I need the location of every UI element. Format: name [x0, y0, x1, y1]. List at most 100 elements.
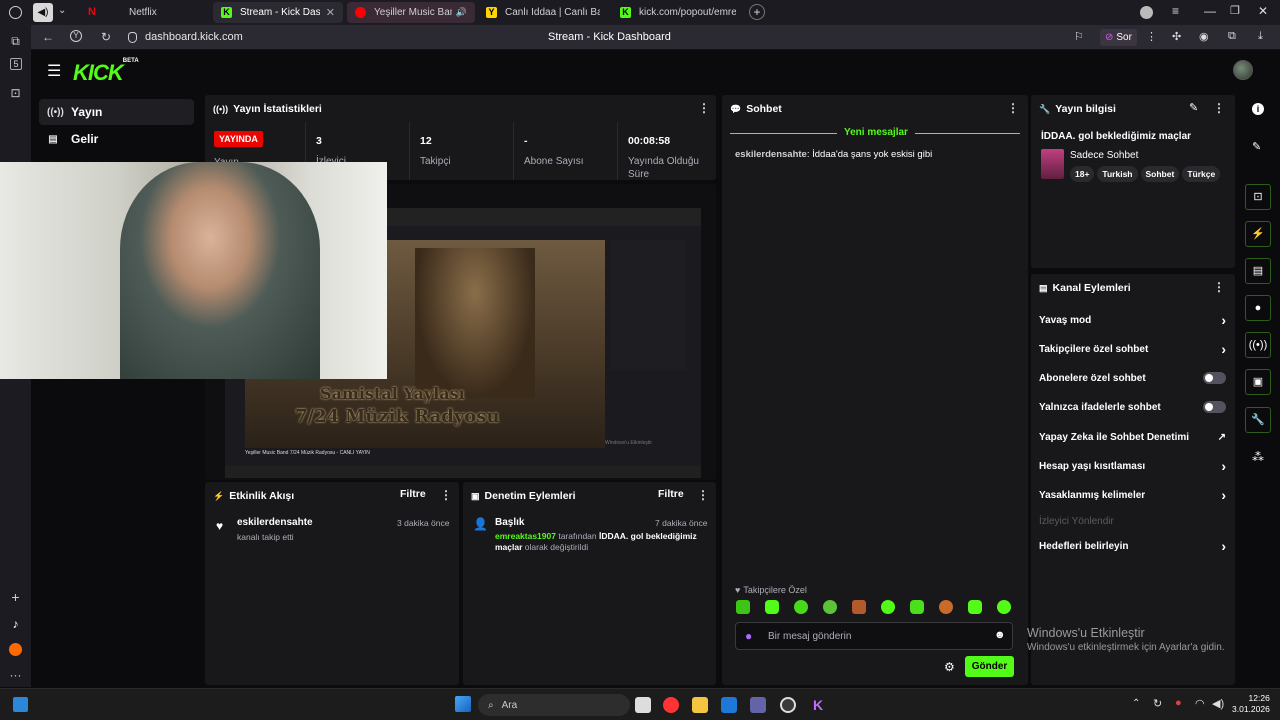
tray-sync-icon[interactable]: ↻	[1153, 697, 1162, 710]
clock[interactable]: 12:26 3.01.2026	[1232, 693, 1270, 715]
rail-button-notes[interactable]: ▤	[1245, 258, 1271, 284]
file-explorer-icon[interactable]	[692, 697, 708, 713]
tiktok-icon[interactable]: ♪	[8, 617, 23, 632]
rail-button-panel[interactable]: ▣	[1245, 369, 1271, 395]
action-slow-mode[interactable]: Yavaş mod ›	[1039, 310, 1226, 330]
rail-button-chat[interactable]: ●	[1245, 295, 1271, 321]
sidebar-item-stream[interactable]: ((•)) Yayın	[39, 99, 194, 125]
activity-filter-button[interactable]: Filtre	[400, 488, 426, 500]
share-icon[interactable]: ⁂	[1252, 450, 1264, 464]
tag[interactable]: Türkçe	[1182, 166, 1221, 182]
tab-audio-button[interactable]: ◀)	[33, 3, 53, 22]
tab-iddaa[interactable]: Y Canlı İddaa | Canlı Bahis |	[478, 2, 608, 23]
tab-youtube[interactable]: Yeşiller Music Band 7/ 🔊	[347, 2, 475, 23]
bookmark-icon[interactable]: ⚐	[1074, 30, 1084, 43]
more-icon[interactable]: ···	[8, 668, 23, 683]
camera-icon[interactable]: ⊡	[8, 86, 23, 101]
tab-kick-popout[interactable]: K kick.com/popout/emreakt	[612, 2, 744, 23]
kick-app-icon[interactable]: K	[810, 697, 826, 713]
emote-icon[interactable]	[997, 600, 1011, 614]
tag[interactable]: 18+	[1070, 166, 1095, 182]
emote-icon[interactable]	[794, 600, 808, 614]
tab-list-chevron-icon[interactable]: ⌄	[58, 5, 66, 16]
kebab-menu-icon[interactable]: ⋮	[698, 101, 710, 115]
workspace-icon[interactable]: 5	[10, 58, 22, 70]
app-icon[interactable]	[9, 643, 22, 656]
yandex-browser-icon[interactable]	[663, 697, 679, 713]
media-icon[interactable]: ◉	[1199, 30, 1209, 43]
back-icon[interactable]: ←	[41, 30, 55, 44]
rail-button-bolt[interactable]: ⚡	[1245, 221, 1271, 247]
kebab-menu-icon[interactable]: ⋮	[1213, 280, 1225, 294]
site-info-icon[interactable]	[128, 32, 137, 43]
chat-username[interactable]: eskilerdensahte	[735, 149, 807, 160]
obs-icon[interactable]	[780, 697, 796, 713]
close-tab-icon[interactable]: ✕	[326, 6, 335, 19]
microphone-icon[interactable]: ●	[745, 629, 752, 643]
rail-button-clip[interactable]: ⊡	[1245, 184, 1271, 210]
close-window-icon[interactable]: ✕	[1258, 4, 1268, 18]
task-view-icon[interactable]	[635, 697, 651, 713]
emote-icon[interactable]	[881, 600, 895, 614]
start-button[interactable]	[455, 696, 471, 712]
send-button[interactable]: Gönder	[965, 656, 1014, 677]
tray-mic-icon[interactable]: ●	[1175, 697, 1182, 709]
history-icon[interactable]	[9, 6, 22, 19]
emote-icon[interactable]	[910, 600, 924, 614]
emotes-only-toggle[interactable]	[1203, 401, 1226, 413]
info-icon[interactable]: i	[1252, 103, 1264, 115]
menu-icon[interactable]: ≡	[1172, 4, 1179, 18]
emoji-icon[interactable]: ☻	[994, 629, 1006, 641]
rail-button-wrench[interactable]: 🔧	[1245, 407, 1271, 433]
moderation-filter-button[interactable]: Filtre	[658, 488, 684, 500]
pencil-icon[interactable]: ✎	[1252, 140, 1261, 153]
new-tab-button[interactable]: +	[749, 4, 765, 20]
maximize-icon[interactable]: ❐	[1230, 4, 1240, 17]
extensions-icon[interactable]: ✣	[1172, 30, 1181, 43]
kebab-menu-icon[interactable]: ⋮	[1007, 101, 1019, 115]
kick-logo[interactable]: KICKBETA	[73, 58, 139, 86]
minimize-icon[interactable]: —	[1204, 4, 1216, 18]
widgets-icon[interactable]	[13, 697, 28, 712]
action-set-goals[interactable]: Hedefleri belirleyin ›	[1039, 536, 1226, 556]
kebab-menu-icon[interactable]: ⋮	[1213, 101, 1225, 115]
action-banned-words[interactable]: Yasaklanmış kelimeler ›	[1039, 485, 1226, 505]
ai-ask-button[interactable]: ⊘ Sor	[1100, 29, 1137, 46]
speaker-icon[interactable]: 🔊	[456, 7, 467, 18]
tag[interactable]: Turkish	[1097, 166, 1138, 182]
chat-input-box[interactable]: ● Bir mesaj gönderin ☻	[735, 622, 1013, 650]
hamburger-icon[interactable]: ☰	[47, 61, 61, 81]
chat-settings-icon[interactable]: ⚙	[944, 660, 955, 674]
edit-icon[interactable]: ✎	[1189, 101, 1198, 114]
category-name[interactable]: Sadece Sohbet	[1070, 150, 1138, 161]
emote-icon[interactable]	[939, 600, 953, 614]
add-icon[interactable]: +	[8, 590, 23, 605]
rail-button-broadcast[interactable]: ((•))	[1245, 332, 1271, 358]
teams-icon[interactable]	[750, 697, 766, 713]
sidebar-item-revenue[interactable]: ▤ Gelir	[39, 126, 194, 152]
emote-icon[interactable]	[968, 600, 982, 614]
activity-user[interactable]: eskilerdensahte	[237, 517, 313, 528]
tab-kick-dashboard[interactable]: K Stream - Kick Dashboard ✕	[213, 2, 343, 23]
profile-avatar[interactable]	[1140, 6, 1153, 19]
tabs-icon[interactable]: ⧉	[8, 34, 23, 49]
outlook-icon[interactable]	[721, 697, 737, 713]
tray-volume-icon[interactable]: ◀)	[1212, 697, 1224, 710]
more-options-icon[interactable]: ⋮	[1146, 30, 1157, 43]
emote-icon[interactable]	[852, 600, 866, 614]
download-icon[interactable]: ⤓	[1258, 30, 1263, 43]
emote-icon[interactable]	[736, 600, 750, 614]
emote-icon[interactable]	[765, 600, 779, 614]
moderation-user[interactable]: emreaktas1907	[495, 531, 556, 541]
taskbar-search[interactable]: ⌕ Ara	[478, 694, 630, 716]
action-account-age[interactable]: Hesap yaşı kısıtlaması ›	[1039, 456, 1226, 476]
sidebar-toggle-icon[interactable]: ⧉	[1228, 30, 1236, 43]
action-ai-moderation[interactable]: Yapay Zeka ile Sohbet Denetimi ↗	[1039, 427, 1226, 447]
tray-wifi-icon[interactable]: ◠	[1195, 697, 1205, 710]
emote-icon[interactable]	[823, 600, 837, 614]
url-field[interactable]: dashboard.kick.com	[145, 31, 243, 43]
tab-netflix[interactable]: N Netflix	[80, 2, 210, 23]
action-followers-only[interactable]: Takipçilere özel sohbet ›	[1039, 339, 1226, 359]
reload-icon[interactable]: ↻	[99, 30, 113, 44]
user-avatar[interactable]	[1233, 60, 1253, 80]
